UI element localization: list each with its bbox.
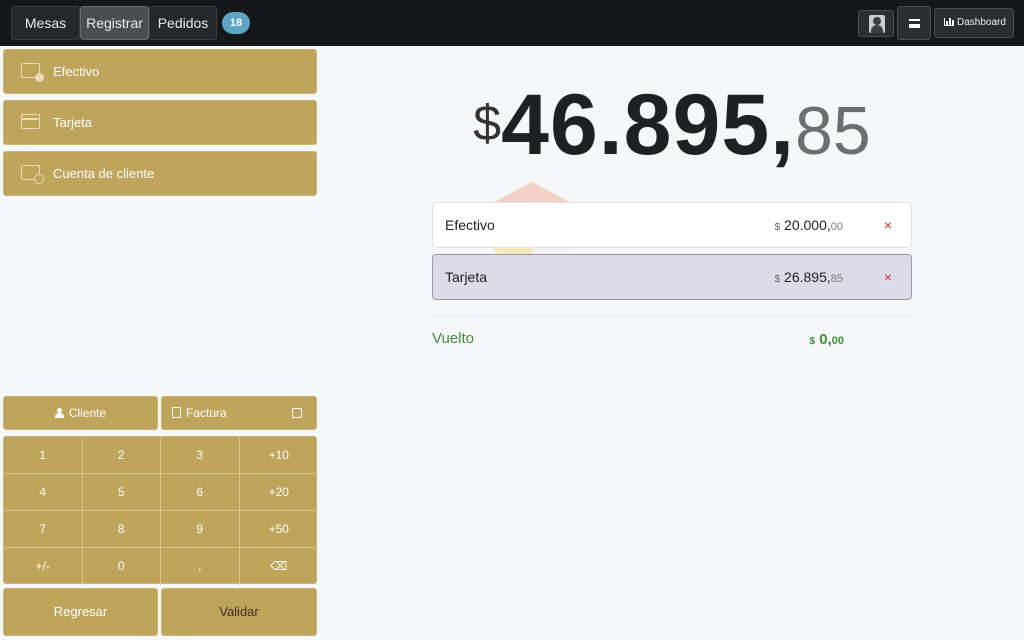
orders-count-badge: 18 [222, 12, 250, 34]
remove-payment-icon[interactable]: × [881, 255, 895, 299]
change-integer: 0, [819, 331, 832, 348]
back-button[interactable]: Regresar [3, 588, 158, 636]
numpad-key[interactable]: +20 [239, 474, 318, 511]
numpad-key[interactable]: 5 [82, 474, 161, 511]
numpad-key[interactable]: 2 [82, 437, 161, 474]
dashboard-button[interactable]: Dashboard [934, 8, 1014, 38]
numpad-key[interactable]: 4 [4, 474, 83, 511]
change-label: Vuelto [432, 330, 474, 347]
document-icon [172, 407, 181, 418]
tab-mesas[interactable]: Mesas [11, 6, 80, 40]
cash-icon [21, 63, 44, 82]
numpad-key[interactable]: 9 [161, 511, 240, 548]
payment-line-method: Tarjeta [445, 269, 488, 285]
amount-integer: 20.000, [784, 217, 831, 233]
currency-symbol: $ [809, 336, 816, 347]
amount-decimals: 00 [830, 221, 843, 233]
total-decimals: 85 [795, 93, 871, 169]
numpad-key[interactable]: 0 [83, 548, 161, 585]
client-button[interactable]: Cliente [3, 396, 158, 430]
total-currency: $ [473, 95, 502, 151]
numpad-key[interactable]: +10 [239, 437, 318, 474]
total-amount: $46.895,85 [432, 76, 912, 175]
top-navbar: Mesas Registrar Pedidos 18 Dashboard [0, 0, 1024, 46]
numpad-key[interactable]: +50 [239, 511, 318, 548]
payment-method-label: Efectivo [53, 64, 100, 79]
numpad-key[interactable]: 6 [161, 474, 240, 511]
currency-symbol: $ [774, 274, 781, 285]
payment-line-amount: $ 20.000,00 [775, 203, 843, 250]
divider [432, 315, 912, 316]
numpad-key[interactable]: 3 [161, 437, 240, 474]
currency-symbol: $ [774, 222, 781, 233]
invoice-label: Factura [186, 406, 227, 420]
invoice-toggle-button[interactable]: Factura [161, 396, 317, 430]
avatar [869, 15, 885, 33]
total-integer: 46.895, [501, 77, 796, 173]
amount-integer: 26.895, [784, 269, 831, 285]
payment-method-cuenta-cliente[interactable]: Cuenta de cliente [3, 151, 317, 196]
tab-registrar[interactable]: Registrar [80, 6, 149, 40]
payment-method-label: Tarjeta [53, 115, 93, 130]
change-amount: $ 0,00 [810, 331, 845, 348]
customer-account-icon [21, 165, 44, 184]
menu-button[interactable] [897, 6, 931, 40]
payment-method-efectivo[interactable]: Efectivo [3, 49, 317, 94]
numpad-key-decimal[interactable]: , [161, 548, 240, 585]
payment-line-tarjeta[interactable]: Tarjeta $ 26.895,85 × [432, 254, 912, 300]
remove-payment-icon[interactable]: × [881, 203, 895, 247]
user-icon [54, 408, 64, 418]
numpad-key[interactable]: 1 [4, 437, 83, 474]
user-avatar-button[interactable] [858, 10, 894, 37]
dashboard-label: Dashboard [957, 17, 1006, 28]
numpad-key[interactable]: 7 [4, 511, 83, 548]
backspace-key[interactable]: ⌫ [240, 548, 319, 585]
credit-card-icon [21, 114, 40, 129]
numpad-key[interactable]: 8 [82, 511, 161, 548]
payment-method-label: Cuenta de cliente [53, 166, 155, 181]
payment-line-efectivo[interactable]: Efectivo $ 20.000,00 × [432, 202, 912, 248]
amount-decimals: 85 [830, 273, 843, 285]
validate-button[interactable]: Validar [161, 588, 317, 636]
numpad: 1 2 3 +10 4 5 6 +20 7 8 9 +50 +/- 0 , ⌫ [3, 436, 319, 585]
invoice-checkbox[interactable] [292, 408, 302, 418]
client-label: Cliente [68, 406, 107, 420]
payment-line-amount: $ 26.895,85 [775, 255, 843, 302]
tab-pedidos[interactable]: Pedidos [149, 6, 217, 40]
hamburger-icon [909, 19, 920, 28]
payment-line-method: Efectivo [445, 217, 495, 233]
payment-method-tarjeta[interactable]: Tarjeta [3, 100, 317, 145]
bar-chart-icon [944, 18, 954, 26]
numpad-key-sign[interactable]: +/- [4, 548, 83, 585]
change-decimals: 00 [831, 335, 844, 347]
